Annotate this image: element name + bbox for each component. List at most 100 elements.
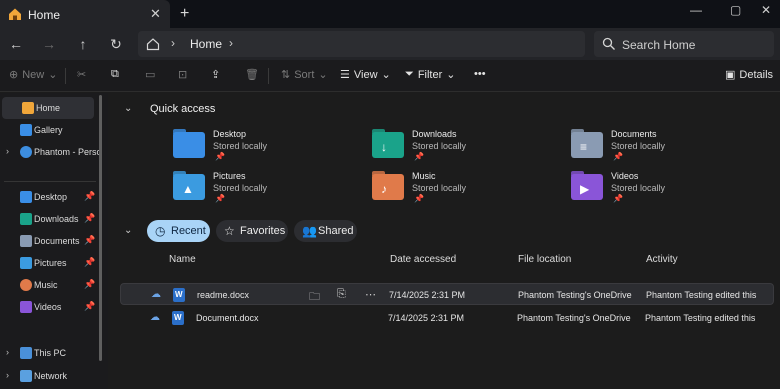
folder-status: Stored locally <box>611 141 666 151</box>
divider <box>4 181 96 182</box>
pin-icon: 📌 <box>84 213 96 223</box>
gallery-icon <box>20 124 32 136</box>
sidebar-item-network[interactable]: › Network <box>0 365 96 387</box>
quick-access-header[interactable]: ⌄ Quick access <box>124 103 324 117</box>
cut-icon[interactable]: ✂ <box>77 68 86 81</box>
pin-icon: 📌 <box>613 152 623 161</box>
document-lines-icon: ≡ <box>580 140 588 154</box>
network-icon <box>20 370 32 382</box>
download-arrow-icon: ↓ <box>381 140 387 154</box>
new-button[interactable]: ⊕ New ⌄ <box>9 68 58 82</box>
search-placeholder: Search Home <box>622 38 696 52</box>
rename-icon[interactable]: ⊡ <box>178 68 187 81</box>
details-button[interactable]: ▣ Details <box>725 68 773 82</box>
divider <box>268 68 269 84</box>
quick-access-documents[interactable]: ≡ Documents Stored locally 📌 <box>571 129 761 169</box>
folder-name: Videos <box>611 171 639 181</box>
chevron-right-icon[interactable]: › <box>6 146 9 156</box>
tab-shared[interactable]: 👥 Shared <box>294 220 357 242</box>
sidebar-item-label: Gallery <box>34 125 63 135</box>
chevron-down-icon: ⌄ <box>381 69 391 81</box>
sidebar-item-music[interactable]: Music 📌 <box>0 274 96 296</box>
more-options-button[interactable]: ••• <box>474 68 486 80</box>
folder-name: Documents <box>611 129 657 139</box>
chevron-right-icon[interactable]: › <box>6 347 9 357</box>
sidebar-item-label: This PC <box>34 348 67 358</box>
filter-label: Filter <box>417 68 443 81</box>
tab-favorites[interactable]: ☆ Favorites <box>216 220 288 242</box>
share-icon[interactable]: ⎘ <box>337 288 346 301</box>
open-folder-icon[interactable]: 🗀 <box>309 288 320 307</box>
divider <box>65 68 66 84</box>
downloads-folder-icon: ↓ <box>372 129 404 158</box>
sort-button[interactable]: ⇅ Sort ⌄ <box>281 68 328 82</box>
chevron-down-icon[interactable]: ⌄ <box>124 103 132 114</box>
videos-icon <box>20 301 32 313</box>
filter-button[interactable]: ⏷ Filter ⌄ <box>405 68 455 81</box>
sidebar-item-home[interactable]: Home <box>2 97 94 119</box>
column-header-date[interactable]: Date accessed <box>390 254 456 265</box>
sidebar-item-this-pc[interactable]: › This PC <box>0 342 96 364</box>
quick-access-music[interactable]: ♪ Music Stored locally 📌 <box>372 171 562 211</box>
sidebar-item-documents[interactable]: Documents 📌 <box>0 230 96 252</box>
chevron-right-icon[interactable]: › <box>171 36 175 50</box>
quick-access-downloads[interactable]: ↓ Downloads Stored locally 📌 <box>372 129 562 169</box>
word-doc-icon <box>173 288 185 302</box>
column-header-name[interactable]: Name <box>169 254 196 265</box>
address-bar[interactable]: › Home › <box>138 31 585 57</box>
view-button[interactable]: ☰ View ⌄ <box>340 68 391 82</box>
sort-icon: ⇅ <box>281 69 291 81</box>
sidebar-scrollbar[interactable] <box>99 95 102 361</box>
chevron-down-icon: ⌄ <box>48 69 58 81</box>
paste-icon[interactable]: ▭ <box>145 68 155 81</box>
title-bar: Home ✕ + — ▢ ✕ <box>0 0 780 28</box>
chevron-right-icon[interactable]: › <box>6 370 9 380</box>
pin-icon: 📌 <box>84 191 96 201</box>
up-button[interactable]: ↑ <box>73 34 93 54</box>
table-row[interactable]: ☁ Document.docx 7/14/2025 2:31 PM Phanto… <box>120 307 774 329</box>
folder-status: Stored locally <box>611 183 666 193</box>
tab-close-icon[interactable]: ✕ <box>150 6 161 22</box>
close-window-button[interactable]: ✕ <box>761 3 771 17</box>
maximize-button[interactable]: ▢ <box>730 3 741 17</box>
back-button[interactable]: ← <box>6 34 26 54</box>
forward-button[interactable]: → <box>39 34 59 54</box>
pin-icon: 📌 <box>84 257 96 267</box>
refresh-button[interactable]: ↻ <box>106 34 126 54</box>
tab-recent[interactable]: ◷ Recent <box>147 220 210 242</box>
minimize-button[interactable]: — <box>690 3 702 17</box>
search-input[interactable]: Search Home <box>594 31 774 57</box>
home-outline-icon <box>146 38 160 51</box>
tab-home[interactable]: Home ✕ <box>0 0 170 28</box>
sidebar-item-desktop[interactable]: Desktop 📌 <box>0 186 96 208</box>
table-row[interactable]: ☁ readme.docx 🗀 ⎘ ⋯ 7/14/2025 2:31 PM Ph… <box>120 283 774 305</box>
quick-access-videos[interactable]: ▶ Videos Stored locally 📌 <box>571 171 761 211</box>
new-label: New <box>22 68 45 81</box>
more-icon[interactable]: ⋯ <box>365 288 376 301</box>
quick-access-pictures[interactable]: ▲ Pictures Stored locally 📌 <box>173 171 363 211</box>
chevron-down-icon[interactable]: ⌄ <box>124 225 132 236</box>
share-icon[interactable]: ⇪ <box>211 68 220 81</box>
quick-access-desktop[interactable]: Desktop Stored locally 📌 <box>173 129 363 169</box>
sort-label: Sort <box>294 68 315 81</box>
column-header-activity[interactable]: Activity <box>646 254 678 265</box>
copy-icon[interactable]: ⧉ <box>111 68 119 81</box>
quick-access-title: Quick access <box>150 103 216 115</box>
column-header-location[interactable]: File location <box>518 254 571 265</box>
new-tab-button[interactable]: + <box>180 5 189 23</box>
sidebar-item-videos[interactable]: Videos 📌 <box>0 296 96 318</box>
download-icon <box>20 213 32 225</box>
main-content: ⌄ Quick access Desktop Stored locally 📌 … <box>108 93 780 389</box>
folder-name: Music <box>412 171 436 181</box>
cloud-icon: ☁ <box>150 312 160 323</box>
sidebar-item-onedrive[interactable]: › Phantom - Perso <box>0 141 102 163</box>
pin-icon: 📌 <box>613 194 623 203</box>
navigation-pane: Home Gallery › Phantom - Perso Desktop 📌… <box>0 93 108 389</box>
delete-icon[interactable]: 🗑 <box>245 68 259 81</box>
sidebar-item-downloads[interactable]: Downloads 📌 <box>0 208 96 230</box>
chevron-right-icon[interactable]: › <box>229 36 233 50</box>
plus-circle-icon: ⊕ <box>9 69 19 81</box>
sidebar-item-pictures[interactable]: Pictures 📌 <box>0 252 96 274</box>
sidebar-item-gallery[interactable]: Gallery <box>0 119 96 141</box>
breadcrumb[interactable]: Home <box>190 37 222 51</box>
